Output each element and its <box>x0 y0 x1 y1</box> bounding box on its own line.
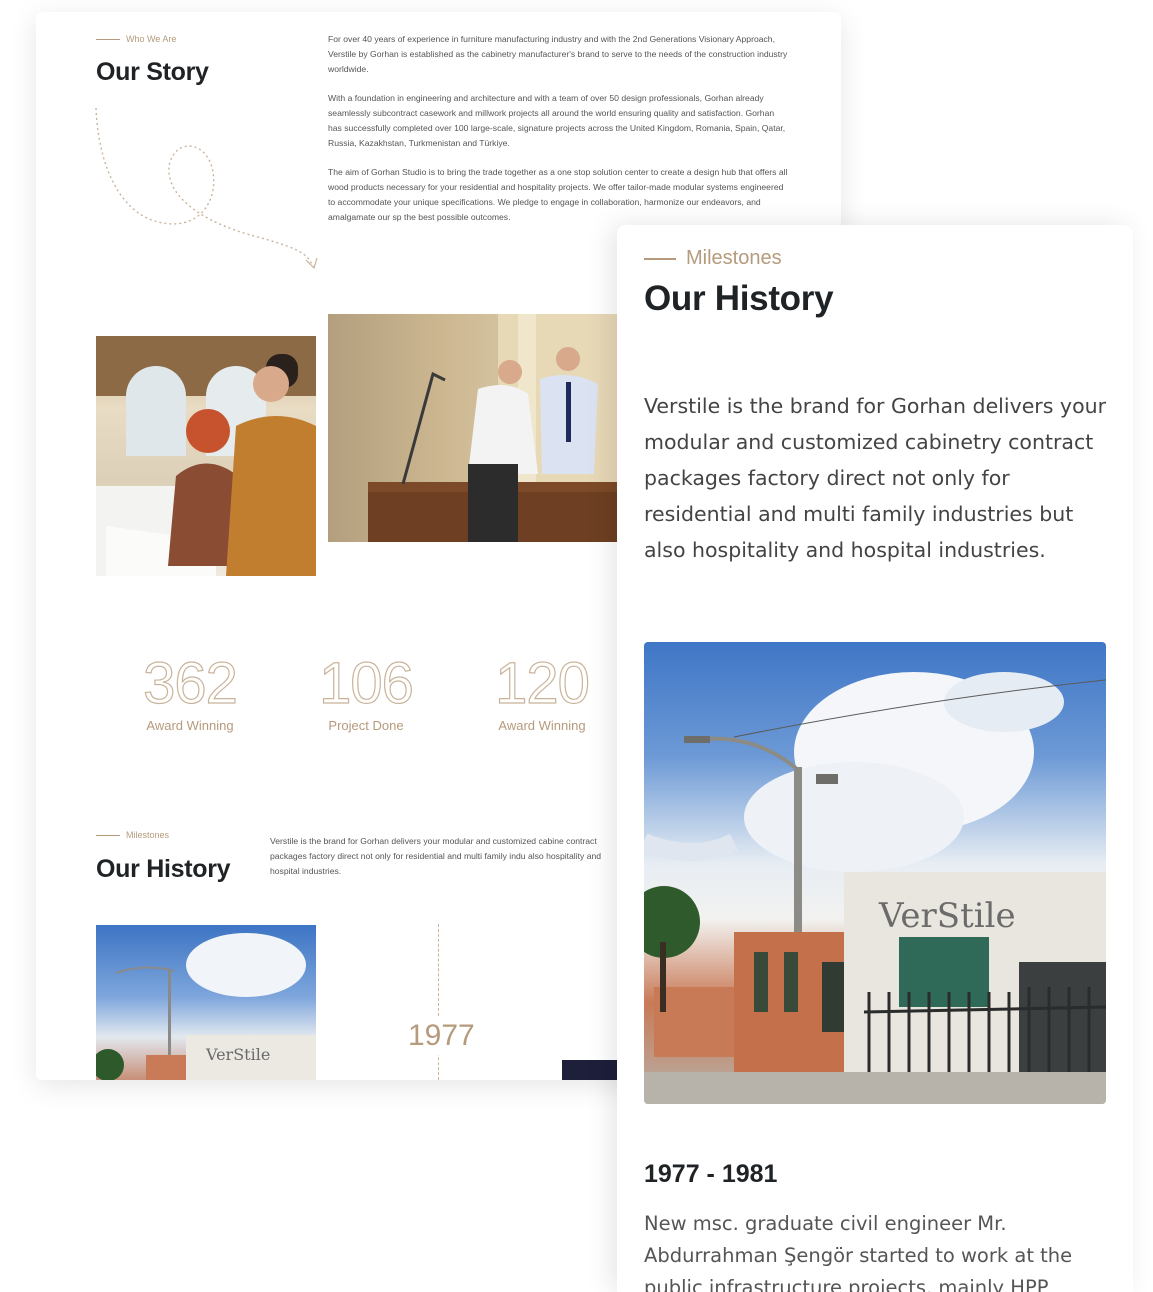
mobile-history-text: Verstile is the brand for Gorhan deliver… <box>644 394 1107 562</box>
eyebrow-dash <box>644 257 676 260</box>
story-paragraph: For over 40 years of experience in furni… <box>328 34 788 74</box>
mobile-building-sign-text: VerStile <box>878 896 1016 936</box>
building-sign-text: VerStile <box>205 1045 270 1064</box>
story-eyebrow-label: Who We Are <box>126 34 177 44</box>
stat-number: 120 <box>495 651 591 716</box>
mobile-building-photo: VerStile <box>644 642 1106 1104</box>
mobile-milestone-range: 1977 - 1981 <box>644 1160 778 1188</box>
story-paragraph: With a foundation in engineering and arc… <box>328 93 786 148</box>
story-text: For over 40 years of experience in furni… <box>328 32 788 239</box>
timeline-line <box>438 924 439 1080</box>
dotted-path-decoration <box>95 107 318 270</box>
stat-item: 362 Award Winning <box>116 651 264 733</box>
stat-item: 106 Project Done <box>292 651 440 733</box>
mobile-page-card: Milestones Our History Verstile is the b… <box>617 225 1133 1292</box>
story-paragraph: The aim of Gorhan Studio is to bring the… <box>328 167 788 222</box>
team-planning-photo <box>96 336 316 576</box>
stat-label: Award Winning <box>498 718 586 733</box>
mobile-history-eyebrow: Milestones <box>644 247 782 270</box>
stat-number: 362 <box>143 651 239 716</box>
history-eyebrow-label: Milestones <box>126 830 170 840</box>
stat-number: 106 <box>319 651 415 716</box>
history-title: Our History <box>96 855 231 883</box>
mobile-history-title: Our History <box>644 279 834 318</box>
timeline-year: 1977 <box>406 1017 477 1055</box>
eyebrow-dash <box>96 38 120 40</box>
mobile-milestone-description: New msc. graduate civil engineer Mr. Abd… <box>644 1212 1073 1292</box>
verstile-building-photo: VerStile <box>96 925 316 1080</box>
office-meeting-photo <box>328 314 628 542</box>
stat-label: Award Winning <box>146 718 234 733</box>
mobile-eyebrow-label: Milestones <box>686 247 782 269</box>
story-eyebrow: Who We Are <box>96 34 176 44</box>
navy-block <box>562 1060 622 1080</box>
stat-item: 120 Award Winning <box>468 651 616 733</box>
history-eyebrow: Milestones <box>96 830 169 840</box>
history-text: Verstile is the brand for Gorhan deliver… <box>270 836 602 876</box>
eyebrow-dash <box>96 834 120 836</box>
stats-row: 362 Award Winning 106 Project Done 120 A… <box>116 651 616 733</box>
story-title: Our Story <box>96 58 209 86</box>
stat-label: Project Done <box>328 718 404 733</box>
